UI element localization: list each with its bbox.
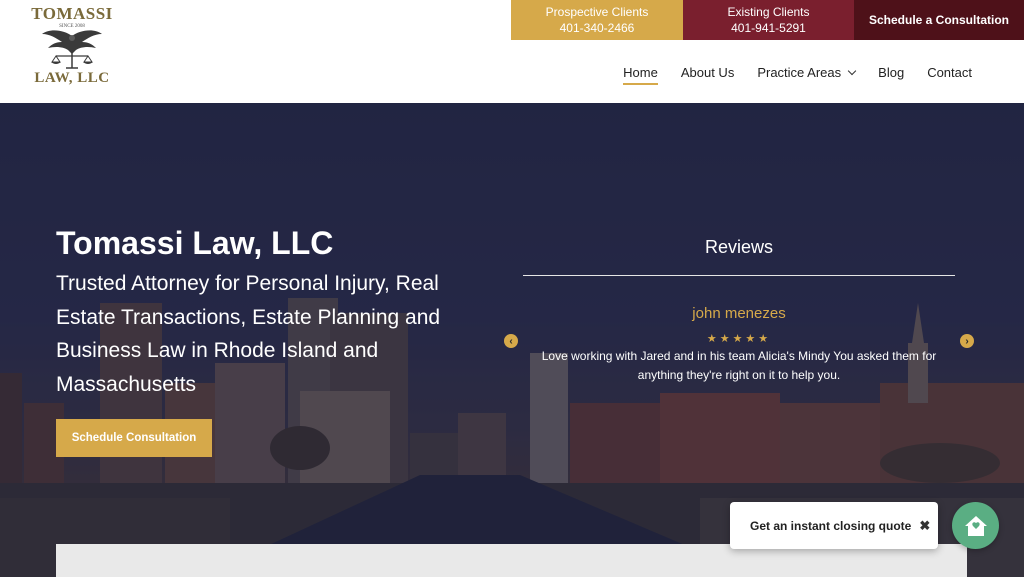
chevron-down-icon <box>847 66 857 75</box>
instant-quote-popup[interactable]: Get an instant closing quote ✖ <box>730 502 938 549</box>
nav-practice-areas-label: Practice Areas <box>757 64 842 80</box>
close-icon[interactable]: ✖ <box>919 518 930 534</box>
review-text: Love working with Jared and in his team … <box>541 349 937 382</box>
existing-clients-button[interactable]: Existing Clients 401-941-5291 <box>683 0 854 40</box>
schedule-consultation-header-button[interactable]: Schedule a Consultation <box>854 0 1024 40</box>
review-author: john menezes <box>692 305 786 322</box>
main-nav: Home About Us Practice Areas Blog Contac… <box>600 63 972 85</box>
existing-clients-phone: 401-941-5291 <box>731 21 806 35</box>
header-cta-bar: Prospective Clients 401-340-2466 Existin… <box>511 0 1024 40</box>
home-icon <box>964 515 987 536</box>
prospective-clients-phone: 401-340-2466 <box>559 21 635 35</box>
home-quote-button[interactable] <box>952 502 999 549</box>
hero-subtitle: Trusted Attorney for Personal Injury, Re… <box>56 272 441 396</box>
hero-title: Tomassi Law, LLC <box>56 225 334 261</box>
instant-quote-label: Get an instant closing quote <box>750 518 912 533</box>
nav-about-us[interactable]: About Us <box>681 63 734 81</box>
nav-contact[interactable]: Contact <box>927 63 972 81</box>
logo-bottom-text: LAW, LLC <box>34 70 110 86</box>
schedule-consultation-header-label: Schedule a Consultation <box>868 13 1009 27</box>
reviews-title: Reviews <box>704 237 774 257</box>
review-prev-arrow-icon[interactable]: ‹ <box>504 334 518 348</box>
site-logo[interactable]: TOMASSI SINCE 2008 LAW, LLC <box>26 4 118 92</box>
review-next-arrow-icon[interactable]: › <box>960 334 974 348</box>
prospective-clients-label: Prospective Clients <box>545 5 649 19</box>
existing-clients-label: Existing Clients <box>727 5 810 19</box>
prospective-clients-button[interactable]: Prospective Clients 401-340-2466 <box>511 0 683 40</box>
site-header: TOMASSI SINCE 2008 LAW, LLC Prospective … <box>0 0 1024 103</box>
nav-practice-areas[interactable]: Practice Areas <box>757 63 857 81</box>
nav-home[interactable]: Home <box>623 63 658 85</box>
nav-blog[interactable]: Blog <box>878 63 904 81</box>
eagle-scales-icon <box>42 30 102 69</box>
schedule-consultation-button[interactable]: Schedule Consultation <box>56 419 212 457</box>
reviews-divider <box>523 275 955 276</box>
logo-top-text: TOMASSI <box>31 4 113 23</box>
review-stars-rating: ★★★★★ <box>706 333 772 345</box>
